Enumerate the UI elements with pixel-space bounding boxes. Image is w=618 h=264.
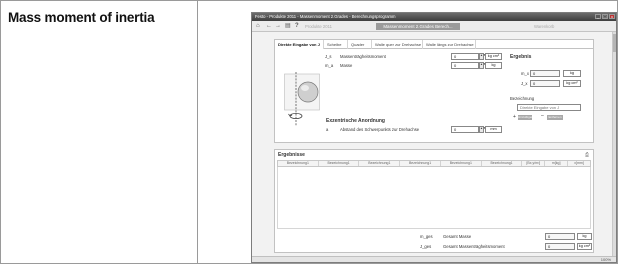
cart-link[interactable]: Warenkorb <box>534 24 554 29</box>
distance-stepper[interactable]: ▲▼ <box>479 126 486 133</box>
inertia-stepper[interactable]: ▲▼ <box>479 53 486 60</box>
status-bar: 100% <box>252 256 616 262</box>
column-divider <box>197 0 198 264</box>
column-header[interactable]: Bezeichnung1 <box>278 161 319 166</box>
results-table-header: Bezeichnung1 Bezeichnung1 Bezeichnung1 B… <box>277 160 591 167</box>
results-title: Ergebnisse <box>278 152 305 158</box>
save-icon[interactable]: ▤ <box>285 23 291 30</box>
column-header[interactable]: Bezeichnung1 <box>482 161 523 166</box>
inertia-unit-select[interactable]: kg cm² <box>485 53 502 60</box>
sphere-rotation-illustration <box>284 72 320 126</box>
column-header[interactable]: Bezeichnung1 <box>400 161 441 166</box>
tab-disc[interactable]: Scheibe <box>324 40 348 49</box>
total-mass-unit[interactable]: kg <box>577 233 592 240</box>
app-window: Festo - Produkte 2011 - Massenmoment 2.G… <box>251 12 617 263</box>
zoom-level[interactable]: 100% <box>601 257 611 262</box>
window-titlebar: Festo - Produkte 2011 - Massenmoment 2.G… <box>252 13 616 21</box>
total-mass-value: 0 <box>545 233 575 240</box>
inertia-label: Massenträgheitsmoment <box>340 54 386 59</box>
page-title: Mass moment of inertia <box>8 10 155 25</box>
distance-input[interactable]: 0 <box>451 126 479 133</box>
tab-shaft-longitudinal[interactable]: Walle längs zur Drehachse <box>423 40 476 49</box>
help-icon[interactable]: ? <box>295 23 299 30</box>
scrollbar-thumb[interactable] <box>613 34 616 52</box>
mass-input[interactable]: 0 <box>451 62 479 69</box>
tab-direct-input[interactable]: Direkte Eingabe von J <box>275 40 324 49</box>
column-header[interactable]: x[mm] <box>568 161 590 166</box>
result-inertia-symbol: J_x <box>521 81 528 86</box>
results-table-body <box>277 167 591 229</box>
total-inertia-label: Gesamt Massenträgheitsmoment <box>443 244 505 249</box>
total-mass-symbol: m_ges <box>420 234 433 239</box>
minus-icon: – <box>541 113 544 119</box>
column-header[interactable]: Bezeichnung1 <box>441 161 482 166</box>
back-arrow-icon[interactable]: ← <box>266 23 272 30</box>
result-title: Ergebnis <box>510 54 532 60</box>
active-module-badge[interactable]: Massenmoment 2.Grades Berech... <box>376 23 460 30</box>
tab-cuboid[interactable]: Quader <box>348 40 372 49</box>
remove-button[interactable]: Entfernen <box>547 115 563 120</box>
mass-label: Masse <box>340 63 353 68</box>
print-icon[interactable]: ⎙ <box>585 152 589 158</box>
result-mass-unit[interactable]: kg <box>563 70 581 77</box>
distance-symbol: a <box>326 127 329 132</box>
column-header[interactable]: Bezeichnung1 <box>359 161 401 166</box>
total-inertia-value: 0 <box>545 243 575 250</box>
eccentric-section-title: Exzentrische Anordnung <box>326 118 385 124</box>
distance-unit-select[interactable]: mm <box>485 126 502 133</box>
designation-input[interactable] <box>517 104 581 111</box>
toolbar: ⌂ ← → ▤ ? Produkte 2011 Massenmoment 2.G… <box>252 21 616 32</box>
add-button[interactable]: Hinzufügen <box>518 115 533 120</box>
inertia-input[interactable]: 0 <box>451 53 479 60</box>
total-inertia-unit[interactable]: kg cm² <box>577 243 592 250</box>
column-header[interactable]: m[kg] <box>545 161 569 166</box>
calculation-panel: Direkte Eingabe von J Scheibe Quader Wal… <box>274 39 594 143</box>
results-panel: Ergebnisse ⎙ Bezeichnung1 Bezeichnung1 B… <box>274 149 594 253</box>
vertical-scrollbar[interactable] <box>612 32 616 258</box>
maximize-button[interactable]: □ <box>602 14 608 19</box>
result-inertia-unit[interactable]: kg cm² <box>563 80 581 87</box>
results-header: Ergebnisse ⎙ <box>275 150 593 160</box>
result-mass-value: 0 <box>530 70 560 77</box>
mass-unit-select[interactable]: kg <box>485 62 502 69</box>
mass-symbol: m_a <box>325 63 334 68</box>
product-breadcrumb[interactable]: Produkte 2011 <box>305 24 332 29</box>
inertia-symbol: J_s <box>325 54 332 59</box>
tab-bar: Direkte Eingabe von J Scheibe Quader Wal… <box>275 40 593 49</box>
mass-stepper[interactable]: ▲▼ <box>479 62 486 69</box>
total-inertia-symbol: J_ges <box>420 244 432 249</box>
plus-icon: + <box>513 114 516 120</box>
distance-label: Abstand des Schwerpunkts zur Drehachse <box>340 127 420 132</box>
column-header[interactable]: Bezeichnung1 <box>319 161 360 166</box>
window-title: Festo - Produkte 2011 - Massenmoment 2.G… <box>255 14 396 19</box>
designation-label: Bezeichnung <box>510 96 535 101</box>
minimize-button[interactable]: _ <box>595 14 601 19</box>
tab-shaft-transverse[interactable]: Walle quer zur Drehachse <box>372 40 423 49</box>
total-mass-label: Gesamt Masse <box>443 234 472 239</box>
close-button[interactable]: x <box>609 14 615 19</box>
home-icon[interactable]: ⌂ <box>256 23 260 30</box>
column-header[interactable]: [Bx,y/m²] <box>522 161 546 166</box>
forward-arrow-icon[interactable]: → <box>275 23 281 30</box>
result-mass-symbol: m_x <box>521 71 529 76</box>
result-inertia-value: 0 <box>530 80 560 87</box>
